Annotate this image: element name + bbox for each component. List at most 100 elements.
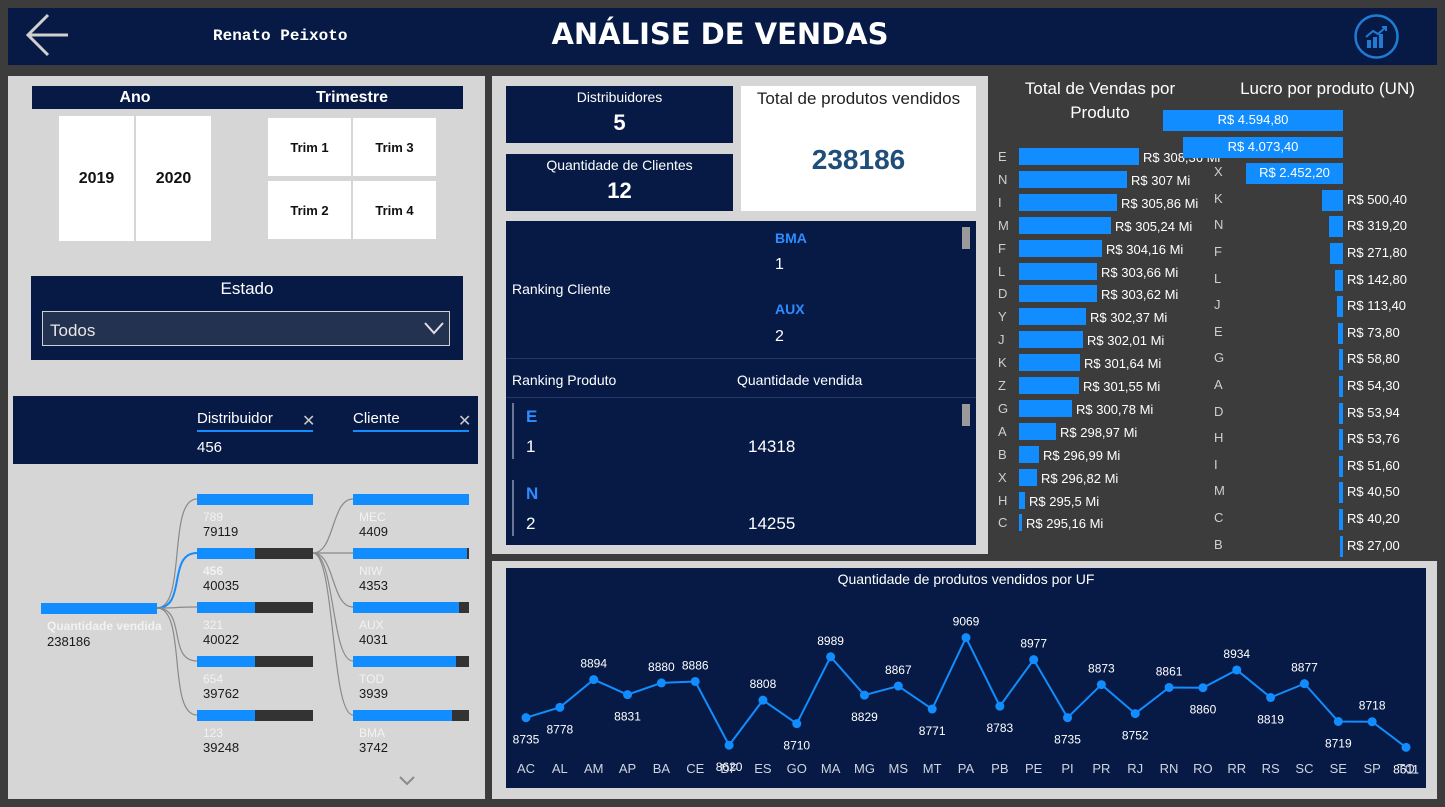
decomposition-tree-connectors [156,498,354,716]
uf-x-tick-label: AL [552,761,568,776]
lucro-value-label: R$ 53,76 [1347,431,1400,447]
lucro-value-label: R$ 40,50 [1347,484,1400,500]
uf-x-tick-label: ES [754,761,772,776]
vendas-category: B [998,446,1007,462]
tree-connector [156,607,198,716]
total-value: 238186 [811,144,906,175]
uf-x-tick-label: RN [1160,761,1179,776]
uf-data-label: 8880 [648,660,675,674]
dt-l1-name: 789 [203,510,224,524]
uf-data-label: 8735 [1054,733,1081,747]
uf-line-chart: 8735AC8778AL8894AM8831AP8880BA8886CE 8620… [513,615,1420,777]
lucro-category: B [1214,536,1223,552]
vendas-bar [1019,445,1039,463]
lucro-category: I [1214,456,1218,472]
uf-x-tick-label: TO [1397,761,1415,776]
vendas-bar [1019,262,1097,280]
dt-l1-name: 456 [203,564,224,578]
lucro-bar [1337,296,1343,318]
uf-data-label: 8829 [851,710,878,724]
uf-data-point [1130,709,1140,719]
dt-l2-name: MEC [359,510,386,524]
uf-data-label: 8831 [614,710,641,724]
dt-l1-value: 79119 [203,524,239,539]
uf-data-point [656,678,666,688]
uf-x-tick-label: DF [720,761,737,776]
lucro-value-label: R$ 113,40 [1347,298,1407,314]
vendas-value-label: R$ 302,37 Mi [1090,310,1168,326]
lucro-bar [1329,216,1343,238]
dt-l1-bar-fill [197,602,255,613]
uf-data-point [927,704,937,714]
uf-x-tick-label: AM [584,761,604,776]
lucro-value-label: R$ 500,40 [1347,191,1407,207]
vendas-bar [1019,377,1079,394]
uf-data-point [521,713,531,723]
uf-data-label: 8977 [1020,637,1047,651]
clientes-value: 12 [607,178,632,203]
lucro-bar [1335,269,1343,291]
lucro-category: X [1214,164,1223,180]
dt-l1-value: 39248 [203,740,240,755]
vendas-category: J [998,332,1005,348]
vendas-bar [1019,491,1025,509]
vendas-bar [1019,514,1022,532]
vendas-category: F [998,240,1006,256]
uf-series-line [525,635,1407,749]
vendas-bar [1019,148,1139,165]
uf-data-point [555,702,565,712]
chevron-down-icon[interactable] [398,775,416,787]
vendas-category: M [998,217,1009,233]
lucro-category: E [1214,323,1223,339]
ranking-produto-rank: 1 [526,437,536,456]
uf-data-label: 8778 [546,722,573,736]
vendas-value-label: R$ 303,62 Mi [1101,287,1179,303]
dt-l2-value: 4409 [359,524,388,539]
lucro-category: L [1214,270,1222,286]
vendas-value-label: R$ 300,78 Mi [1076,401,1154,417]
uf-x-tick-label: SE [1330,761,1348,776]
uf-x-tick-label: AP [619,761,636,776]
dt-l2-bar-fill [353,602,459,613]
lucro-value-label: R$ 4.594,80 [1217,112,1289,127]
scrollbar-thumb[interactable] [962,227,970,249]
divider [506,358,976,359]
lucro-bar [1330,243,1343,264]
page-title: ANÁLISE DE VENDAS [551,17,889,51]
clientes-label: Quantidade de Clientes [546,157,693,173]
dt-l2-bar-fill [353,494,469,505]
lucro-value-label: R$ 58,80 [1347,351,1400,367]
uf-x-tick-label: RO [1193,761,1213,776]
uf-chart-title: Quantidade de produtos vendidos por UF [837,571,1095,587]
root-label: Quantidade vendida [47,619,162,633]
vendas-value-label: R$ 295,16 Mi [1026,516,1104,532]
lucro-category: M [1214,483,1225,499]
lucro-bar [1339,455,1343,477]
vendas-category: N [998,171,1008,187]
lucro-chart-title: Lucro por produto (UN) [1240,79,1415,98]
lucro-bar [1339,482,1343,504]
uf-data-point [1401,742,1411,752]
uf-x-tick-label: PI [1061,761,1073,776]
dt-l2-name: TOD [359,672,385,686]
uf-data-label: 8771 [919,724,946,738]
tree-connector [312,552,354,608]
trend-chart-icon[interactable] [1353,13,1400,60]
vendas-bar [1019,239,1102,257]
scrollbar-thumb[interactable] [962,404,970,426]
vendas-value-label: R$ 298,97 Mi [1060,424,1138,440]
vendas-value-label: R$ 301,64 Mi [1084,356,1162,372]
dt-l2-bar-fill [353,656,456,667]
dt-l2-value: 4353 [359,578,388,593]
dt-l1-value: 40035 [203,578,240,593]
vendas-category: L [998,263,1006,279]
uf-data-point [1367,717,1377,727]
lucro-bar [1340,535,1343,557]
vendas-category: K [998,355,1007,371]
dt-l1-bar-fill [197,710,255,721]
ranking-cliente-name: BMA [775,230,807,246]
uf-data-point [1164,682,1174,692]
uf-data-label: 8735 [513,733,540,747]
uf-data-label: 8867 [885,663,912,677]
ranking-produto-label: Ranking Produto [512,372,617,388]
